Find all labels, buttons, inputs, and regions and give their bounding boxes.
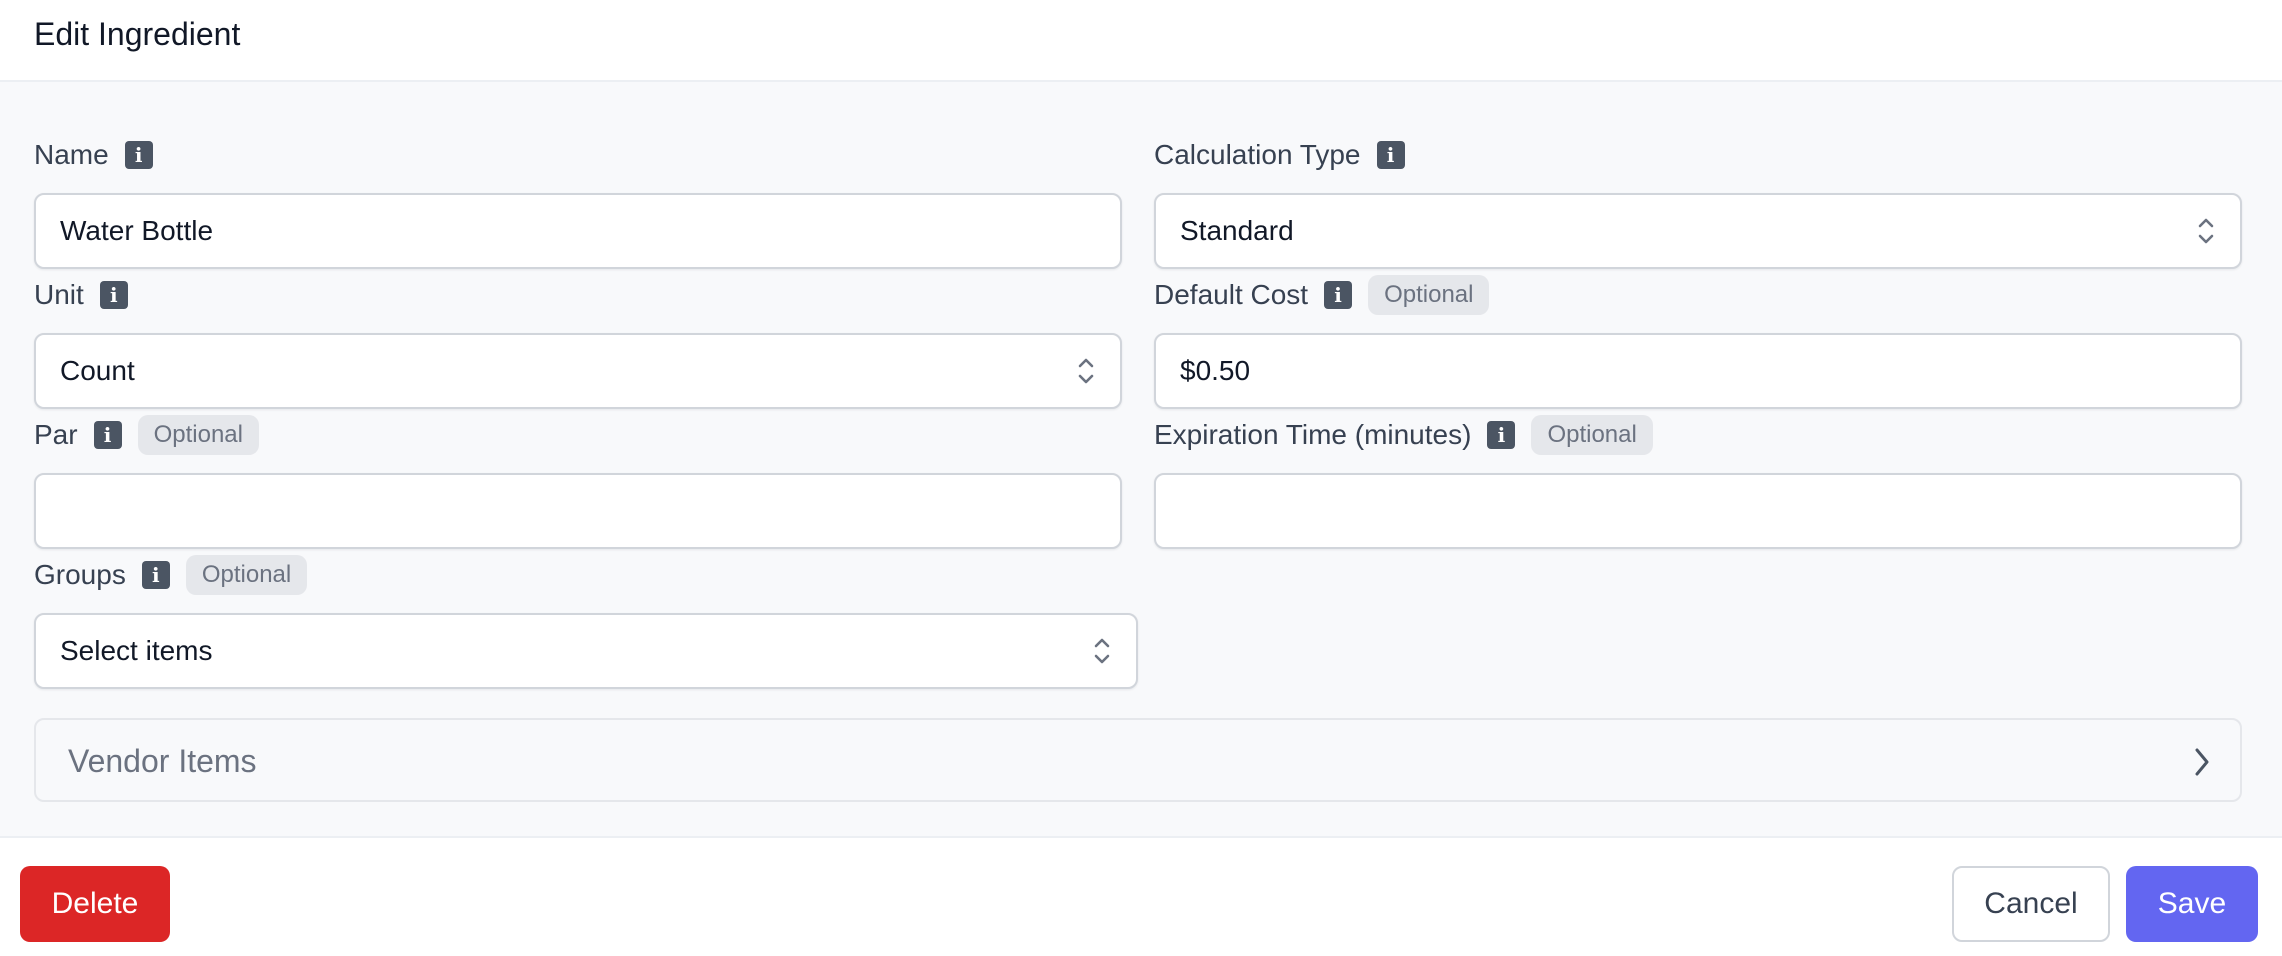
calculation-type-info-icon[interactable]: i <box>1376 141 1405 169</box>
delete-button[interactable]: Delete <box>20 866 170 942</box>
unit-selected-value: Count <box>60 355 135 386</box>
groups-label: Groups <box>34 559 126 590</box>
name-label-row: Name i <box>34 133 153 177</box>
unit-label-row: Unit i <box>34 273 128 317</box>
groups-field-group: Groups i Optional Select items <box>34 553 1138 693</box>
groups-optional-badge: Optional <box>185 555 308 595</box>
unit-label: Unit <box>34 279 84 310</box>
groups-label-row: Groups i Optional <box>34 553 308 597</box>
expiration-time-label: Expiration Time (minutes) <box>1154 419 1472 450</box>
modal-body: Name i Water Bottle Calculation Type i S… <box>0 82 2282 836</box>
expiration-time-label-row: Expiration Time (minutes) i Optional <box>1154 413 1653 457</box>
calculation-type-label-row: Calculation Type i <box>1154 133 1405 177</box>
expiration-time-optional-badge: Optional <box>1531 415 1653 455</box>
calculation-type-selected-value: Standard <box>1180 215 1294 246</box>
default-cost-field-group: Default Cost i Optional $0.50 <box>1154 273 2242 413</box>
par-input[interactable] <box>34 473 1122 549</box>
par-field-group: Par i Optional <box>34 413 1122 553</box>
modal-title: Edit Ingredient <box>34 16 241 52</box>
default-cost-optional-badge: Optional <box>1368 275 1490 315</box>
par-label: Par <box>34 419 78 450</box>
name-info-icon[interactable]: i <box>124 141 153 169</box>
par-info-icon[interactable]: i <box>93 421 122 449</box>
name-input-value: Water Bottle <box>60 215 214 246</box>
default-cost-info-icon[interactable]: i <box>1324 281 1353 309</box>
name-input[interactable]: Water Bottle <box>34 193 1122 269</box>
default-cost-label: Default Cost <box>1154 279 1309 310</box>
modal-header: Edit Ingredient <box>0 0 2282 82</box>
groups-info-icon[interactable]: i <box>141 561 170 589</box>
name-field-group: Name i Water Bottle <box>34 133 1122 273</box>
unit-select[interactable]: Count <box>34 333 1122 409</box>
chevron-up-down-icon <box>1094 638 1110 664</box>
modal-footer: Delete Cancel Save <box>0 836 2282 956</box>
calculation-type-select[interactable]: Standard <box>1154 193 2242 269</box>
name-label: Name <box>34 139 109 170</box>
default-cost-input[interactable]: $0.50 <box>1154 333 2242 409</box>
par-optional-badge: Optional <box>137 415 259 455</box>
save-button[interactable]: Save <box>2126 866 2258 942</box>
unit-info-icon[interactable]: i <box>99 281 128 309</box>
calculation-type-label: Calculation Type <box>1154 139 1361 170</box>
default-cost-label-row: Default Cost i Optional <box>1154 273 1490 317</box>
groups-select-placeholder: Select items <box>60 635 213 666</box>
groups-select[interactable]: Select items <box>34 613 1138 689</box>
par-label-row: Par i Optional <box>34 413 259 457</box>
expiration-time-input[interactable] <box>1154 473 2242 549</box>
expiration-time-info-icon[interactable]: i <box>1487 421 1516 449</box>
chevron-up-down-icon <box>2198 218 2214 244</box>
default-cost-input-value: $0.50 <box>1180 355 1251 386</box>
edit-ingredient-modal: Edit Ingredient Name i Water Bottle Calc… <box>0 0 2282 956</box>
vendor-items-accordion[interactable]: Vendor Items <box>34 718 2242 802</box>
vendor-items-title: Vendor Items <box>68 743 257 779</box>
expiration-time-field-group: Expiration Time (minutes) i Optional <box>1154 413 2242 553</box>
unit-field-group: Unit i Count <box>34 273 1122 413</box>
calculation-type-field-group: Calculation Type i Standard <box>1154 133 2242 273</box>
cancel-button[interactable]: Cancel <box>1952 866 2110 942</box>
chevron-right-icon <box>2195 748 2209 776</box>
chevron-up-down-icon <box>1078 358 1094 384</box>
